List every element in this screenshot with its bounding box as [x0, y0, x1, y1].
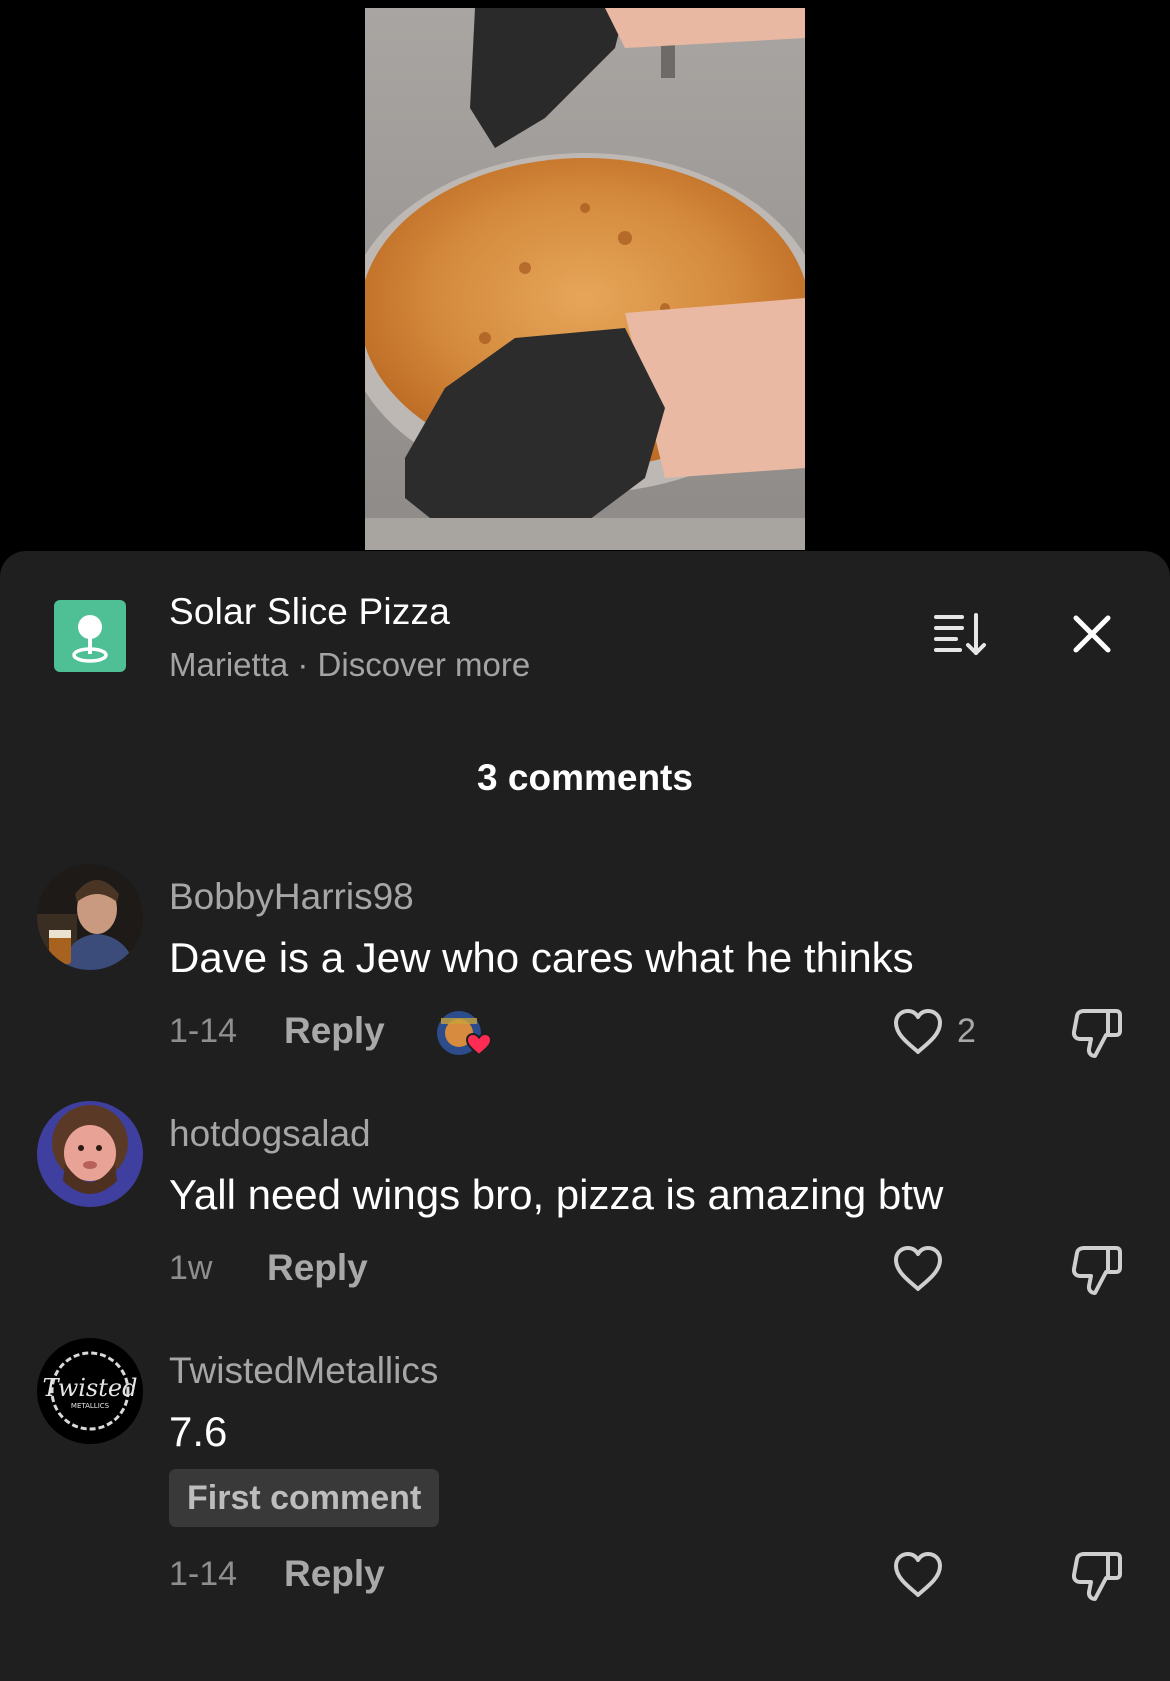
comment-time: 1w — [169, 1249, 213, 1287]
dislike-icon[interactable] — [1070, 1242, 1124, 1296]
svg-text:METALLICS: METALLICS — [71, 1402, 110, 1410]
comment-time: 1-14 — [169, 1012, 238, 1050]
dislike-icon[interactable] — [1070, 1548, 1124, 1602]
comment-time: 1-14 — [169, 1555, 238, 1593]
comment-text: 7.6 — [169, 1408, 228, 1455]
dislike-icon[interactable] — [1070, 1005, 1124, 1059]
place-name[interactable]: Solar Slice Pizza — [169, 591, 450, 633]
first-comment-badge: First comment — [169, 1469, 440, 1527]
avatar[interactable]: Twisted METALLICS — [37, 1338, 143, 1444]
location-pin-icon[interactable] — [54, 600, 126, 672]
comment-username[interactable]: TwistedMetallics — [169, 1350, 438, 1392]
heart-icon[interactable] — [892, 1551, 944, 1599]
comment-username[interactable]: hotdogsalad — [169, 1113, 371, 1155]
avatar[interactable] — [37, 864, 143, 970]
comment-username[interactable]: BobbyHarris98 — [169, 876, 414, 918]
comments-sheet: Solar Slice Pizza Marietta · Discover mo… — [0, 551, 1170, 1681]
svg-text:Twisted: Twisted — [43, 1374, 138, 1402]
reply-button[interactable]: Reply — [267, 1247, 368, 1289]
video-thumbnail — [365, 8, 805, 550]
video-player[interactable] — [365, 8, 805, 550]
like-count: 2 — [957, 1012, 976, 1050]
comment-text: Yall need wings bro, pizza is amazing bt… — [169, 1171, 944, 1218]
sort-icon[interactable] — [930, 609, 990, 659]
close-icon[interactable] — [1068, 610, 1116, 658]
reply-button[interactable]: Reply — [284, 1010, 385, 1052]
heart-icon[interactable] — [892, 1008, 944, 1056]
reply-button[interactable]: Reply — [284, 1553, 385, 1595]
avatar[interactable] — [37, 1101, 143, 1207]
heart-icon[interactable] — [892, 1245, 944, 1293]
place-subtitle[interactable]: Marietta · Discover more — [169, 646, 530, 684]
comment-text: Dave is a Jew who cares what he thinks — [169, 934, 914, 981]
creator-liked-icon — [435, 1009, 493, 1057]
comment-count: 3 comments — [477, 757, 693, 798]
